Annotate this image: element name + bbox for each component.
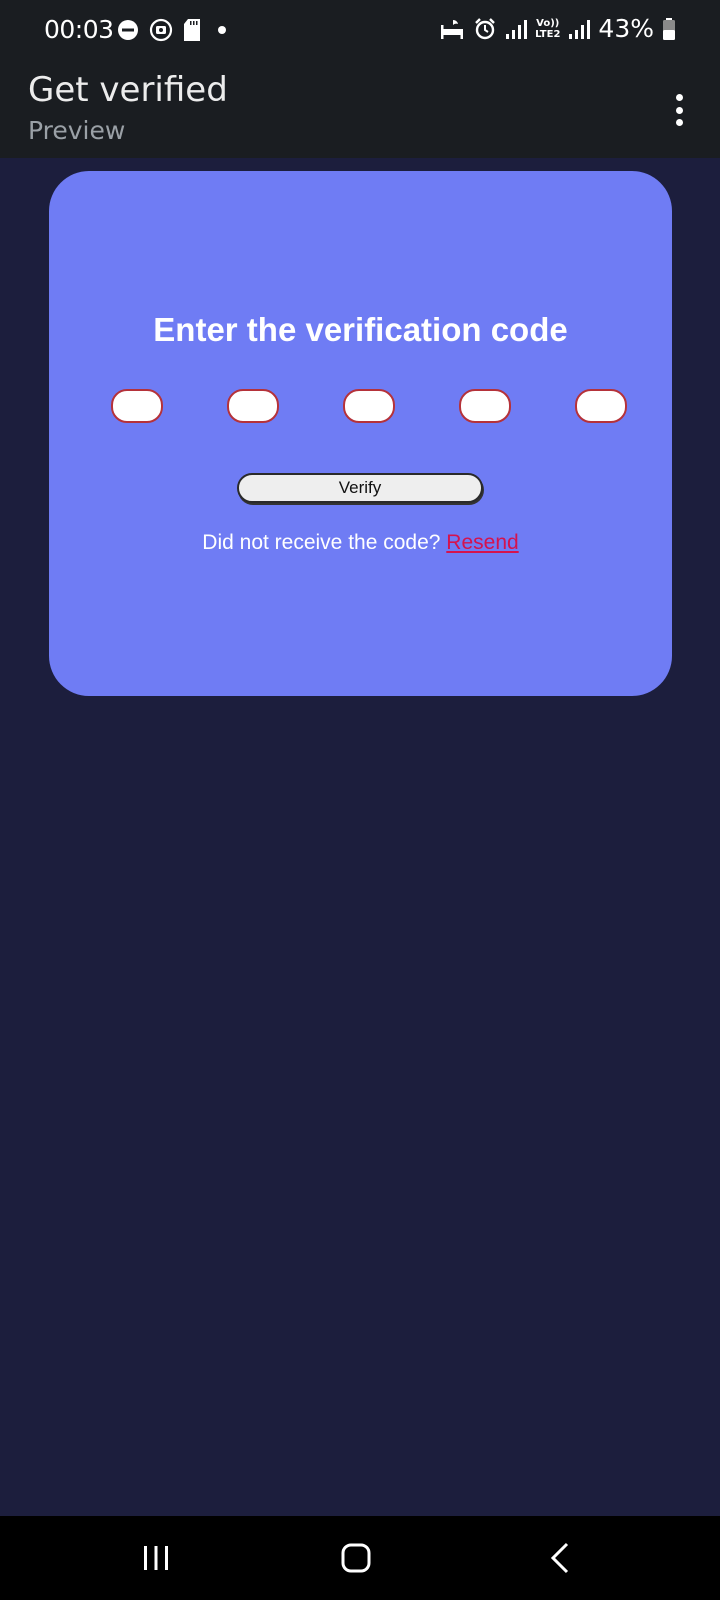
back-button[interactable] — [538, 1536, 582, 1580]
more-options-button[interactable] — [664, 88, 694, 132]
resend-link[interactable]: Resend — [446, 531, 518, 554]
more-vert-icon-dot-2 — [675, 106, 683, 114]
verification-card: Enter the verification code Verify Did n… — [49, 171, 672, 696]
alarm-icon — [475, 17, 495, 39]
signal-2-icon — [569, 19, 591, 39]
resend-line: Did not receive the code? Resend — [49, 531, 672, 555]
status-time: 00:03 — [44, 15, 114, 44]
battery-icon — [663, 17, 675, 40]
app-subtitle: Preview — [28, 116, 126, 145]
status-right-icons: Vo)) LTE2 43% — [439, 14, 676, 43]
verify-button[interactable]: Verify — [237, 473, 483, 503]
sd-card-icon — [184, 19, 200, 41]
dnd-icon — [118, 20, 138, 40]
back-icon — [550, 1542, 569, 1574]
home-button[interactable] — [334, 1536, 378, 1580]
verification-heading: Enter the verification code — [153, 311, 568, 348]
code-input-4[interactable] — [459, 389, 511, 423]
code-input-3[interactable] — [343, 389, 395, 423]
recents-button[interactable] — [134, 1536, 178, 1580]
volte-lte2-icon: Vo)) LTE2 — [535, 18, 560, 40]
status-bar: 00:03 Vo)) LTE2 43% — [0, 0, 720, 62]
app-bar: Get verified Preview — [0, 62, 720, 158]
signal-1-icon — [506, 19, 528, 39]
resend-prompt: Did not receive the code? — [202, 531, 441, 554]
dot-icon — [218, 26, 226, 34]
code-input-1[interactable] — [111, 389, 163, 423]
status-left-icons — [117, 18, 233, 42]
app-title: Get verified — [28, 70, 228, 110]
code-input-2[interactable] — [227, 389, 279, 423]
sleep-icon — [441, 19, 464, 39]
lte-text: LTE2 — [535, 28, 561, 40]
navigation-bar — [0, 1516, 720, 1600]
code-input-5[interactable] — [575, 389, 627, 423]
more-vert-icon — [675, 94, 683, 101]
more-vert-icon-dot-3 — [675, 119, 683, 126]
battery-percent: 43% — [598, 14, 654, 43]
home-icon — [341, 1543, 371, 1573]
cast-icon — [149, 18, 173, 42]
volte-text: Vo)) — [536, 17, 560, 29]
recents-icon — [144, 1546, 168, 1570]
code-input-row — [111, 389, 627, 423]
